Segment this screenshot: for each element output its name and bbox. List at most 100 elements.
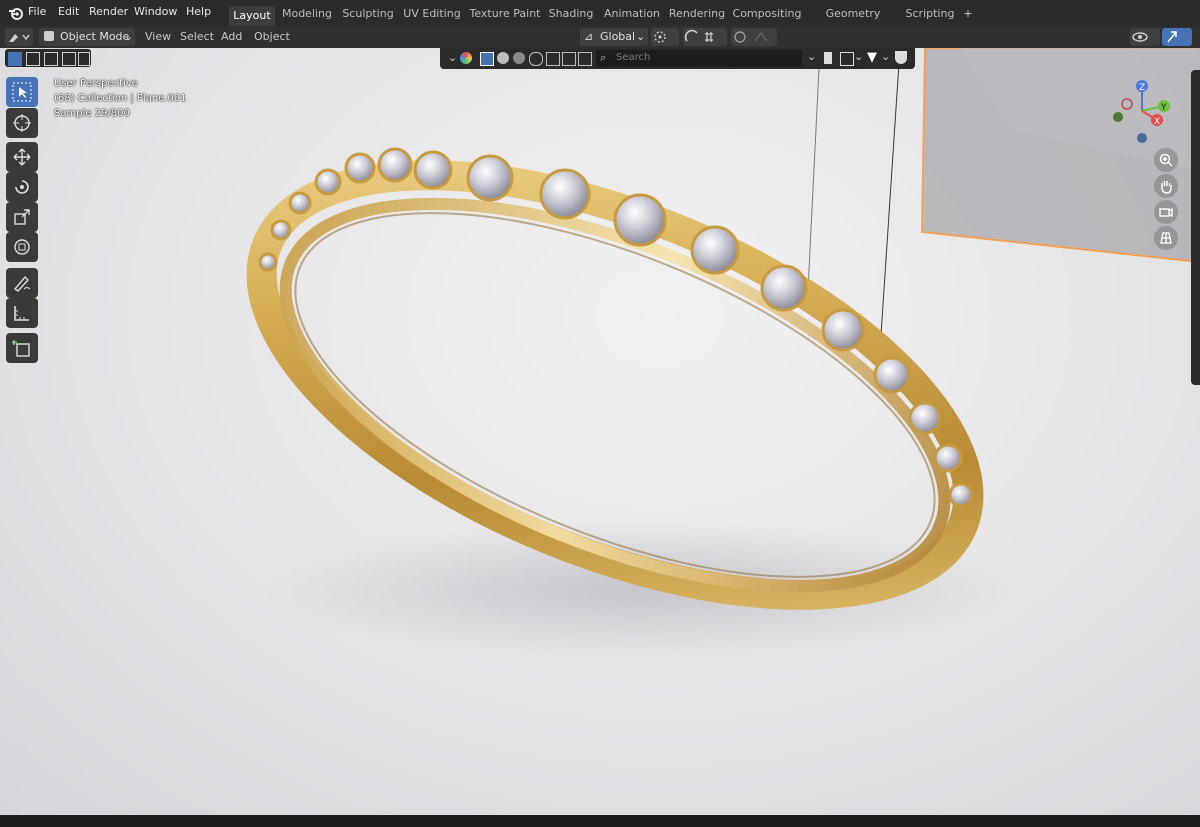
select-cursor-icon: [12, 82, 32, 102]
mode-dropdown[interactable]: Object Mode ⌄: [39, 28, 135, 46]
select-intersect-icon[interactable]: [78, 52, 90, 66]
gizmo-neg-x-handle[interactable]: [1121, 98, 1133, 110]
gizmo-toggle-button[interactable]: [1162, 28, 1192, 46]
move-icon: [13, 148, 31, 166]
filter-icon-b[interactable]: [562, 52, 576, 66]
tool-scale[interactable]: [6, 202, 38, 232]
visibility-button[interactable]: [1130, 28, 1160, 46]
status-bar: [0, 815, 1200, 827]
collection-label: (68) Collection | Plane.001: [54, 93, 187, 104]
filter-icon-a[interactable]: [546, 52, 560, 66]
proportional-editing-button[interactable]: [731, 28, 777, 46]
navigation-gizmo[interactable]: Z Y X: [1105, 76, 1185, 151]
perspective-toggle-button[interactable]: [1154, 226, 1178, 250]
orientation-icon: ⊿: [584, 30, 594, 43]
tool-add-cube[interactable]: [6, 333, 38, 363]
chevron-down-icon[interactable]: ⌄: [854, 50, 863, 63]
proportional-icon: [734, 31, 768, 43]
chevron-down-icon[interactable]: ⌄: [807, 50, 816, 63]
filter-icon-c[interactable]: [578, 52, 592, 66]
tool-measure[interactable]: [6, 298, 38, 328]
viewport-overlay-bar: ⌄ ⌕ Search ⌄ ⌄ ▼ ⌄: [440, 48, 915, 69]
tool-rotate[interactable]: [6, 172, 38, 202]
tab-uv-editing[interactable]: UV Editing: [402, 5, 462, 23]
tool-transform[interactable]: [6, 232, 38, 262]
blender-logo-icon[interactable]: [8, 5, 24, 24]
camera-icon: [1159, 207, 1173, 218]
gizmo-z-label: Z: [1139, 83, 1145, 93]
chevron-down-icon: ⌄: [124, 30, 134, 43]
shading-material-icon[interactable]: [513, 52, 525, 64]
3d-viewport[interactable]: [0, 48, 1200, 815]
top-bar: File Edit Render Window Help Layout Mode…: [0, 0, 1200, 38]
shading-solid-icon[interactable]: [497, 52, 509, 64]
viewport-header: Object Mode ⌄ View Select Add Object ⊿ G…: [0, 26, 1200, 48]
hand-icon: [1161, 181, 1172, 194]
camera-view-button[interactable]: [1154, 200, 1178, 224]
zoom-button[interactable]: [1154, 148, 1178, 172]
menu-file[interactable]: File: [28, 5, 46, 18]
select-invert-icon[interactable]: [62, 52, 76, 66]
gizmo-y-label: Y: [1160, 103, 1167, 113]
tab-layout[interactable]: Layout: [229, 6, 275, 26]
menu-add[interactable]: Add: [221, 30, 242, 43]
menu-view[interactable]: View: [145, 30, 171, 43]
tab-animation[interactable]: Animation: [601, 5, 663, 23]
tool-annotate[interactable]: [6, 268, 38, 298]
editor-type-icon: [9, 34, 30, 42]
tab-sculpting[interactable]: Sculpting: [339, 5, 397, 23]
tab-texture-paint[interactable]: Texture Paint: [467, 5, 543, 23]
menu-help[interactable]: Help: [186, 5, 211, 18]
tab-scripting[interactable]: Scripting: [903, 5, 957, 23]
tab-compositing[interactable]: Compositing: [731, 5, 803, 23]
mode-label: Object Mode: [60, 30, 130, 43]
pan-button[interactable]: [1154, 174, 1178, 198]
sample-count-label: Sample 29/800: [54, 108, 130, 119]
annotate-pen-icon: [13, 275, 31, 292]
add-workspace-button[interactable]: +: [960, 5, 976, 23]
pivot-point-button[interactable]: [651, 28, 679, 46]
scale-icon: [14, 209, 30, 225]
tool-select-box[interactable]: [6, 77, 38, 107]
editor-type-button[interactable]: [5, 28, 33, 46]
menu-select[interactable]: Select: [180, 30, 214, 43]
chevron-down-icon[interactable]: ⌄: [881, 50, 890, 63]
tool-move[interactable]: [6, 142, 38, 172]
zoom-icon: [1159, 153, 1173, 167]
shading-rendered-icon[interactable]: [529, 52, 543, 66]
render-pass-icon[interactable]: [460, 52, 472, 64]
chevron-down-icon[interactable]: ⌄: [448, 51, 457, 64]
transform-orientation-dropdown[interactable]: ⊿ Global ⌄: [580, 28, 648, 46]
shield-icon[interactable]: [895, 51, 907, 64]
box-select-icon[interactable]: [480, 52, 494, 66]
render-scene: [246, 48, 1200, 660]
select-subtract-icon[interactable]: [44, 52, 58, 66]
grid-icon: [1160, 232, 1172, 244]
menu-object[interactable]: Object: [254, 30, 290, 43]
select-new-icon[interactable]: [8, 52, 22, 66]
tab-shading[interactable]: Shading: [547, 5, 595, 23]
gizmo-neg-y-handle[interactable]: [1113, 112, 1123, 122]
menu-window[interactable]: Window: [134, 5, 177, 18]
bookmark-icon[interactable]: [824, 52, 832, 64]
filter-funnel-icon[interactable]: ▼: [867, 50, 877, 65]
tool-cursor[interactable]: [6, 108, 38, 138]
cursor-icon: [13, 114, 31, 132]
tab-geometry-nodes[interactable]: Geometry Nodes: [808, 5, 898, 38]
select-extend-icon[interactable]: [26, 52, 40, 66]
object-mode-icon: [44, 31, 54, 41]
tab-rendering[interactable]: Rendering: [668, 5, 726, 23]
menu-edit[interactable]: Edit: [58, 5, 79, 18]
sidebar-toggle-edge[interactable]: [1191, 70, 1200, 385]
menu-render[interactable]: Render: [89, 5, 128, 18]
view-layer-icon[interactable]: [840, 52, 854, 66]
snap-button[interactable]: [683, 28, 727, 46]
ruler-icon: [14, 306, 29, 321]
pivot-icon: [654, 31, 666, 43]
search-input[interactable]: ⌕ Search: [596, 50, 802, 67]
orientation-label: Global: [600, 30, 636, 43]
tab-modeling[interactable]: Modeling: [279, 5, 335, 23]
gizmo-neg-z-handle[interactable]: [1137, 133, 1147, 143]
search-icon: ⌕: [600, 51, 607, 64]
search-placeholder: Search: [616, 52, 651, 63]
